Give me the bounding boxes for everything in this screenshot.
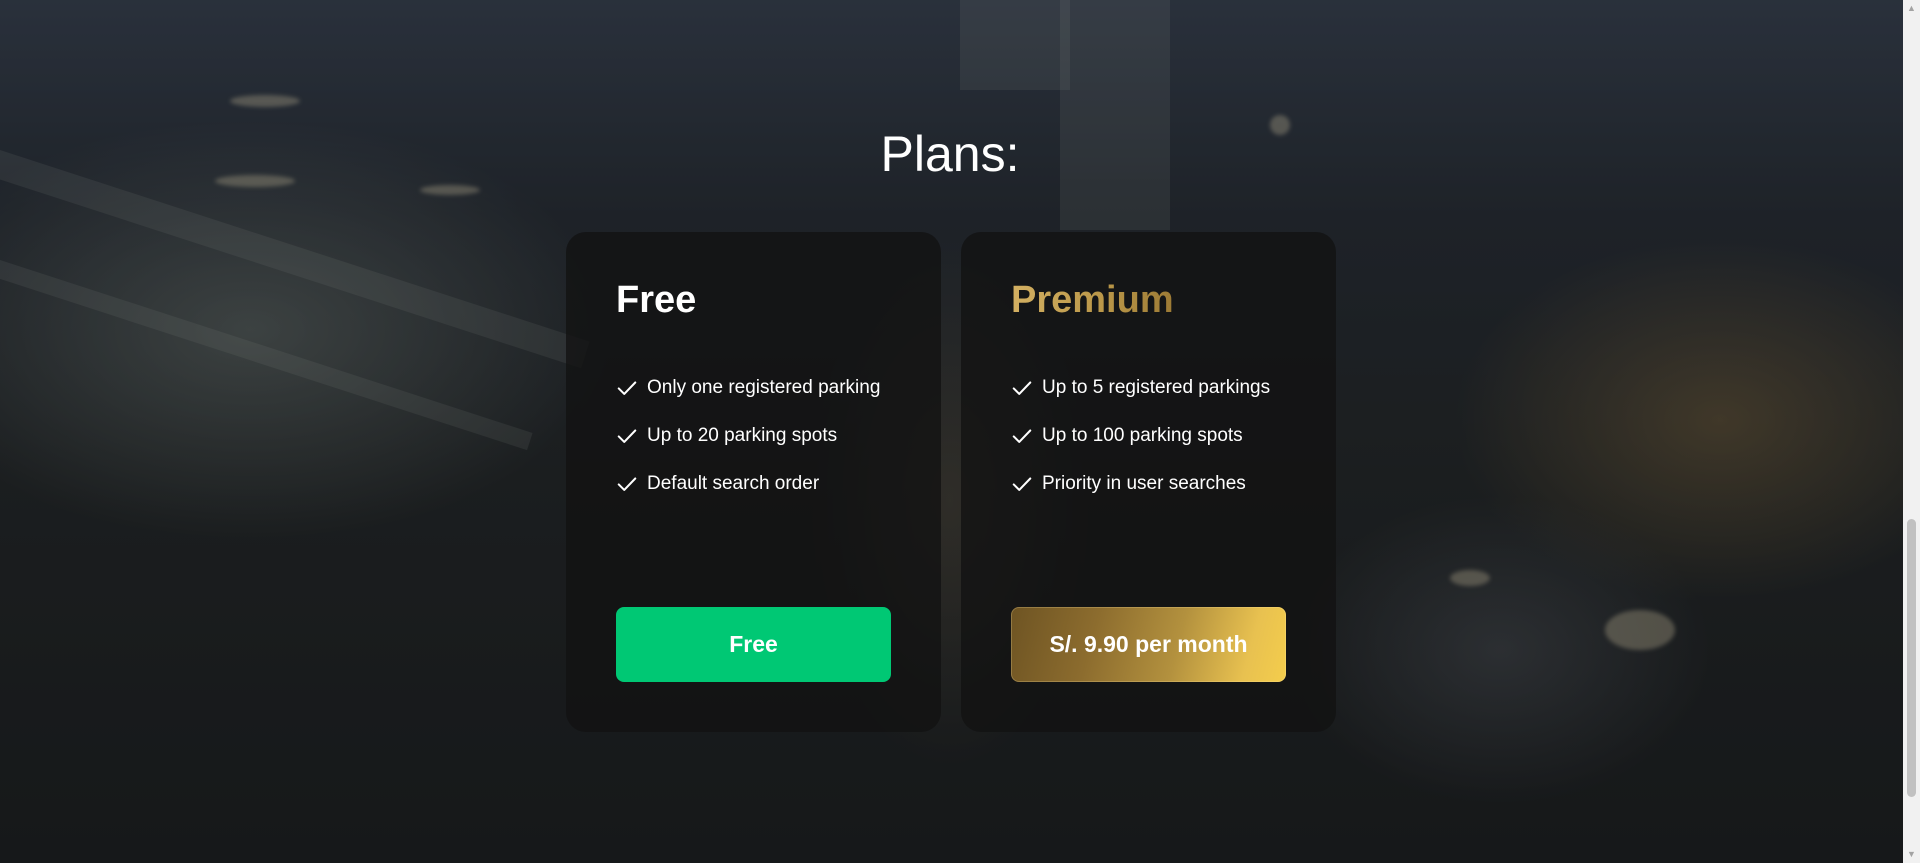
feature-text: Priority in user searches [1042,473,1246,494]
plan-card-free: Free Only one registered parking Up to 2… [566,232,941,732]
feature-text: Up to 100 parking spots [1042,425,1243,446]
free-plan-button[interactable]: Free [616,607,891,682]
check-icon [1012,429,1032,443]
feature-list: Up to 5 registered parkings Up to 100 pa… [1011,376,1301,520]
check-icon [1012,477,1032,491]
feature-text: Only one registered parking [647,377,881,398]
plan-name: Free [616,279,697,321]
check-icon [617,381,637,395]
feature-item: Priority in user searches [1011,472,1301,495]
feature-text: Default search order [647,473,820,494]
feature-text: Up to 20 parking spots [647,425,838,446]
check-icon [617,477,637,491]
feature-item: Up to 20 parking spots [616,424,906,447]
scroll-down-arrow-icon[interactable]: ▼ [1903,846,1920,863]
plans-title: Plans: [880,126,1020,182]
vertical-scrollbar[interactable]: ▲ ▼ [1903,0,1920,863]
page: Plans: Free Only one registered parking … [0,0,1920,863]
feature-text: Up to 5 registered parkings [1042,377,1271,398]
premium-plan-button[interactable]: S/. 9.90 per month [1011,607,1286,682]
feature-item: Default search order [616,472,906,495]
feature-item: Up to 100 parking spots [1011,424,1301,447]
plan-card-premium: Premium Up to 5 registered parkings Up t… [961,232,1336,732]
plan-name: Premium [1011,279,1174,321]
scroll-up-arrow-icon[interactable]: ▲ [1903,0,1920,17]
feature-list: Only one registered parking Up to 20 par… [616,376,906,520]
scrollbar-thumb[interactable] [1907,519,1916,797]
feature-item: Only one registered parking [616,376,906,399]
feature-item: Up to 5 registered parkings [1011,376,1301,399]
check-icon [617,429,637,443]
check-icon [1012,381,1032,395]
